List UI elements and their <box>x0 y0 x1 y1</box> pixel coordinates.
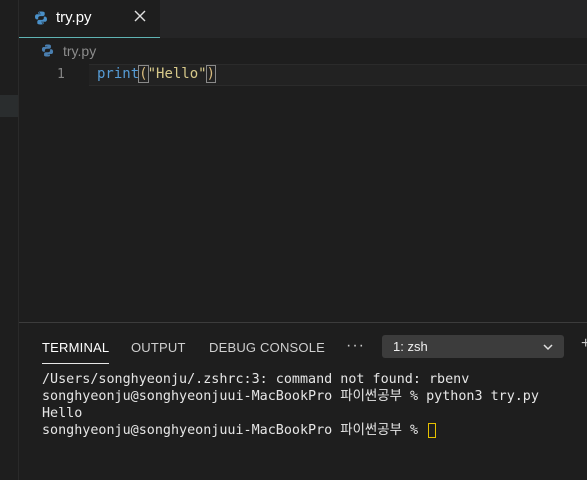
terminal-prompt-line: songhyeonju@songhyeonjuui-MacBookPro 파이썬… <box>42 422 587 439</box>
chevron-down-icon <box>543 344 553 351</box>
python-icon <box>35 11 47 25</box>
python-icon <box>41 44 54 57</box>
tab-output[interactable]: OUTPUT <box>131 340 186 355</box>
terminal-line: /Users/songhyeonju/.zshrc:3: command not… <box>42 372 470 387</box>
tab-terminal[interactable]: TERMINAL <box>42 340 110 364</box>
line-number: 1 <box>57 67 65 82</box>
code-editor[interactable]: 1 print("Hello") <box>19 64 587 322</box>
terminal-line: Hello <box>42 406 83 421</box>
code-function: print <box>97 66 140 82</box>
terminal-output[interactable]: /Users/songhyeonju/.zshrc:3: command not… <box>42 371 587 480</box>
code-string: "Hello" <box>147 66 207 82</box>
tab-label: try.py <box>56 9 92 26</box>
close-icon[interactable] <box>133 9 147 23</box>
tab-debug-console[interactable]: DEBUG CONSOLE <box>209 340 325 355</box>
code-open-paren: ( <box>138 65 149 83</box>
terminal-line: songhyeonju@songhyeonjuui-MacBookPro 파이썬… <box>42 389 539 404</box>
terminal-cursor <box>428 422 437 438</box>
breadcrumb: try.py <box>19 38 587 64</box>
code-line[interactable]: print("Hello") <box>97 65 217 83</box>
code-close-paren: ) <box>205 65 217 83</box>
bottom-panel: TERMINAL OUTPUT DEBUG CONSOLE ··· 1: zsh… <box>19 322 587 480</box>
editor-tab-bar: try.py <box>19 0 587 38</box>
breadcrumb-file[interactable]: try.py <box>63 43 96 59</box>
terminal-prompt: songhyeonju@songhyeonjuui-MacBookPro 파이썬… <box>42 423 427 438</box>
terminal-select-value: 1: zsh <box>393 339 428 354</box>
new-terminal-icon[interactable]: + <box>581 335 587 353</box>
left-edge-highlight <box>0 95 18 117</box>
tab-try-py[interactable]: try.py <box>19 0 160 38</box>
more-actions-icon[interactable]: ··· <box>346 337 365 355</box>
left-edge-panel <box>0 0 19 480</box>
terminal-select[interactable]: 1: zsh <box>382 335 564 358</box>
